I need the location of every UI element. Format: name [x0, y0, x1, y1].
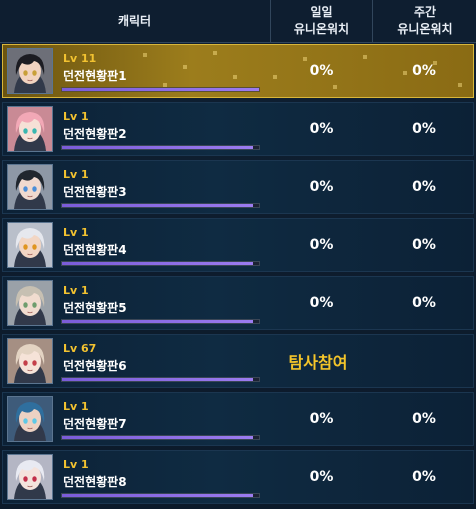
weekly-union-watch-value: 0%: [412, 237, 436, 253]
table-header: 캐릭터 일일 유니온워치 주간 유니온워치: [0, 0, 476, 43]
level-progress-fill: [62, 204, 254, 207]
level-progress-fill: [62, 146, 254, 149]
character-level: Lv 1: [63, 168, 89, 181]
weekly-union-watch-value: 0%: [412, 63, 436, 79]
character-row[interactable]: Lv 1 던전현황판3 0% 0%: [2, 160, 474, 214]
character-header-label: 캐릭터: [117, 13, 152, 28]
level-progress-fill: [62, 88, 259, 91]
character-level: Lv 1: [63, 458, 89, 471]
level-progress-bar: [61, 493, 260, 498]
level-progress-bar: [61, 145, 260, 150]
character-avatar: [7, 454, 53, 500]
weekly-header-line2: 유니온워치: [397, 22, 453, 36]
character-row[interactable]: Lv 1 던전현황판4 0% 0%: [2, 218, 474, 272]
daily-union-watch-value: 0%: [309, 237, 334, 253]
character-avatar: [7, 338, 53, 384]
character-row[interactable]: Lv 1 던전현황판7 0% 0%: [2, 392, 474, 446]
character-avatar: [7, 164, 53, 210]
character-portrait-icon: [8, 455, 52, 499]
character-row[interactable]: Lv 1 던전현황판5 0% 0%: [2, 276, 474, 330]
character-level: Lv 1: [63, 110, 89, 123]
character-name: 던전현황판8: [63, 475, 127, 489]
character-name: 던전현황판6: [63, 359, 127, 373]
character-portrait-icon: [8, 397, 52, 441]
character-portrait-icon: [8, 107, 52, 151]
union-watch-panel: 캐릭터 일일 유니온워치 주간 유니온워치 Lv 11 던전현황판1 0% 0% Lv …: [0, 0, 476, 509]
character-row[interactable]: Lv 1 던전현황판2 0% 0%: [2, 102, 474, 156]
character-name: 던전현황판3: [63, 185, 127, 199]
weekly-union-watch-value: 0%: [412, 411, 436, 427]
weekly-union-watch-value: 0%: [412, 121, 436, 137]
daily-union-watch-value: 0%: [309, 121, 334, 137]
character-name: 던전현황판1: [63, 69, 127, 83]
character-name: 던전현황판2: [63, 127, 127, 141]
character-level: Lv 67: [63, 342, 97, 355]
character-row[interactable]: Lv 1 던전현황판8 0% 0%: [2, 450, 474, 504]
weekly-union-watch-value: 0%: [412, 469, 436, 485]
character-portrait-icon: [8, 165, 52, 209]
character-level: Lv 1: [63, 284, 89, 297]
level-progress-fill: [62, 494, 254, 497]
level-progress-bar: [61, 435, 260, 440]
daily-union-watch-value: 0%: [309, 411, 334, 427]
weekly-column-header: 주간 유니온워치: [372, 0, 476, 42]
daily-column-header: 일일 유니온워치: [270, 0, 372, 42]
daily-union-watch-value: 0%: [309, 63, 334, 79]
weekly-union-watch-value: 0%: [412, 295, 436, 311]
character-name: 던전현황판7: [63, 417, 127, 431]
character-avatar: [7, 106, 53, 152]
level-progress-bar: [61, 377, 260, 382]
character-row[interactable]: Lv 67 던전현황판6 탐사참여: [2, 334, 474, 388]
character-portrait-icon: [8, 281, 52, 325]
daily-union-watch-value: 0%: [309, 179, 334, 195]
daily-header-line1: 일일: [310, 5, 333, 19]
character-portrait-icon: [8, 49, 52, 93]
character-portrait-icon: [8, 223, 52, 267]
daily-union-watch-value: 0%: [309, 295, 334, 311]
daily-union-watch-value: 0%: [309, 469, 334, 485]
character-avatar: [7, 48, 53, 94]
character-level: Lv 11: [63, 52, 97, 65]
level-progress-fill: [62, 436, 254, 439]
character-level: Lv 1: [63, 400, 89, 413]
weekly-header-line1: 주간: [413, 5, 437, 19]
character-name: 던전현황판5: [63, 301, 127, 315]
character-avatar: [7, 396, 53, 442]
character-level: Lv 1: [63, 226, 89, 239]
level-progress-fill: [62, 378, 254, 381]
level-progress-fill: [62, 320, 254, 323]
daily-header-line2: 유니온워치: [293, 22, 350, 36]
level-progress-fill: [62, 262, 254, 265]
character-avatar: [7, 280, 53, 326]
expedition-status: 탐사참여: [288, 353, 348, 372]
weekly-union-watch-value: 0%: [412, 179, 436, 195]
level-progress-bar: [61, 203, 260, 208]
character-row[interactable]: Lv 11 던전현황판1 0% 0%: [2, 44, 474, 98]
level-progress-bar: [61, 87, 260, 92]
level-progress-bar: [61, 261, 260, 266]
character-avatar: [7, 222, 53, 268]
character-name: 던전현황판4: [63, 243, 127, 257]
level-progress-bar: [61, 319, 260, 324]
character-column-header: 캐릭터: [0, 0, 269, 42]
character-portrait-icon: [8, 339, 52, 383]
